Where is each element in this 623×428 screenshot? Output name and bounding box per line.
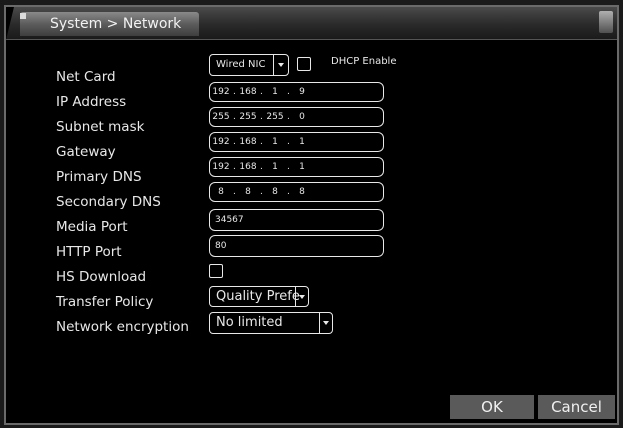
hs-download-checkbox[interactable] — [209, 264, 223, 278]
media-port-input[interactable]: 34567 — [209, 209, 384, 231]
chevron-down-icon — [278, 63, 284, 67]
media-port-label: Media Port — [56, 219, 128, 235]
gateway-octet-2[interactable]: 168 — [237, 133, 259, 151]
gateway-label: Gateway — [56, 144, 116, 160]
ip-octet-1[interactable]: 192 — [210, 83, 232, 101]
secondary-dns-input[interactable]: 8 . 8 . 8 . 8 — [209, 182, 384, 202]
octet-separator: . — [260, 137, 263, 147]
chevron-down-icon — [299, 294, 305, 299]
ip-address-input[interactable]: 192 . 168 . 1 . 9 — [209, 82, 384, 102]
network-settings-window: System > Network Net Card Wired NIC DHCP… — [4, 5, 619, 425]
gateway-octet-3[interactable]: 1 — [264, 133, 286, 151]
secondary-dns-label: Secondary DNS — [56, 194, 161, 210]
octet-separator: . — [287, 137, 290, 147]
secondary-dns-octet-1[interactable]: 8 — [210, 183, 232, 201]
octet-separator: . — [233, 112, 236, 122]
gateway-octet-4[interactable]: 1 — [291, 133, 313, 151]
network-encryption-dropdown-button[interactable] — [319, 313, 332, 333]
octet-separator: . — [260, 87, 263, 97]
transfer-policy-dropdown[interactable]: Quality Prefe — [209, 286, 309, 307]
octet-separator: . — [260, 187, 263, 197]
cancel-button[interactable]: Cancel — [538, 395, 615, 419]
subnet-octet-1[interactable]: 255 — [210, 108, 232, 126]
subnet-octet-2[interactable]: 255 — [237, 108, 259, 126]
network-encryption-dropdown[interactable]: No limited — [209, 312, 333, 334]
primary-dns-input[interactable]: 192 . 168 . 1 . 1 — [209, 157, 384, 177]
octet-separator: . — [287, 162, 290, 172]
subnet-octet-3[interactable]: 255 — [264, 108, 286, 126]
chevron-down-icon — [323, 321, 329, 325]
octet-separator: . — [233, 87, 236, 97]
transfer-policy-value: Quality Prefe — [216, 289, 300, 304]
ok-button[interactable]: OK — [450, 395, 534, 419]
ip-octet-4[interactable]: 9 — [291, 83, 313, 101]
primary-dns-octet-3[interactable]: 1 — [264, 158, 286, 176]
primary-dns-octet-4[interactable]: 1 — [291, 158, 313, 176]
octet-separator: . — [260, 112, 263, 122]
octet-separator: . — [287, 187, 290, 197]
net-card-dropdown[interactable]: Wired NIC — [209, 54, 289, 76]
gateway-octet-1[interactable]: 192 — [210, 133, 232, 151]
subnet-octet-4[interactable]: 0 — [291, 108, 313, 126]
primary-dns-octet-1[interactable]: 192 — [210, 158, 232, 176]
secondary-dns-octet-3[interactable]: 8 — [264, 183, 286, 201]
dhcp-enable-label: DHCP Enable — [331, 56, 397, 67]
octet-separator: . — [287, 112, 290, 122]
ip-address-label: IP Address — [56, 94, 127, 110]
http-port-input[interactable]: 80 — [209, 235, 384, 257]
network-encryption-label: Network encryption — [56, 319, 189, 335]
secondary-dns-octet-4[interactable]: 8 — [291, 183, 313, 201]
dhcp-enable-checkbox[interactable] — [297, 57, 311, 71]
net-card-dropdown-button[interactable] — [273, 55, 288, 75]
window-title: System > Network — [50, 16, 182, 32]
net-card-value: Wired NIC — [216, 59, 266, 70]
net-card-label: Net Card — [56, 69, 116, 85]
network-encryption-value: No limited — [216, 315, 283, 330]
octet-separator: . — [233, 187, 236, 197]
title-bar-handle — [599, 11, 613, 33]
octet-separator: . — [287, 87, 290, 97]
gateway-input[interactable]: 192 . 168 . 1 . 1 — [209, 132, 384, 152]
octet-separator: . — [260, 162, 263, 172]
octet-separator: . — [233, 162, 236, 172]
primary-dns-label: Primary DNS — [56, 169, 142, 185]
secondary-dns-octet-2[interactable]: 8 — [237, 183, 259, 201]
http-port-label: HTTP Port — [56, 244, 122, 260]
transfer-policy-label: Transfer Policy — [56, 294, 154, 310]
ip-octet-2[interactable]: 168 — [237, 83, 259, 101]
octet-separator: . — [233, 137, 236, 147]
title-tab: System > Network — [20, 12, 200, 36]
subnet-mask-label: Subnet mask — [56, 119, 145, 135]
grip-icon — [20, 13, 26, 19]
subnet-mask-input[interactable]: 255 . 255 . 255 . 0 — [209, 107, 384, 127]
primary-dns-octet-2[interactable]: 168 — [237, 158, 259, 176]
transfer-policy-dropdown-button[interactable] — [295, 287, 308, 306]
ip-octet-3[interactable]: 1 — [264, 83, 286, 101]
hs-download-label: HS Download — [56, 269, 147, 285]
